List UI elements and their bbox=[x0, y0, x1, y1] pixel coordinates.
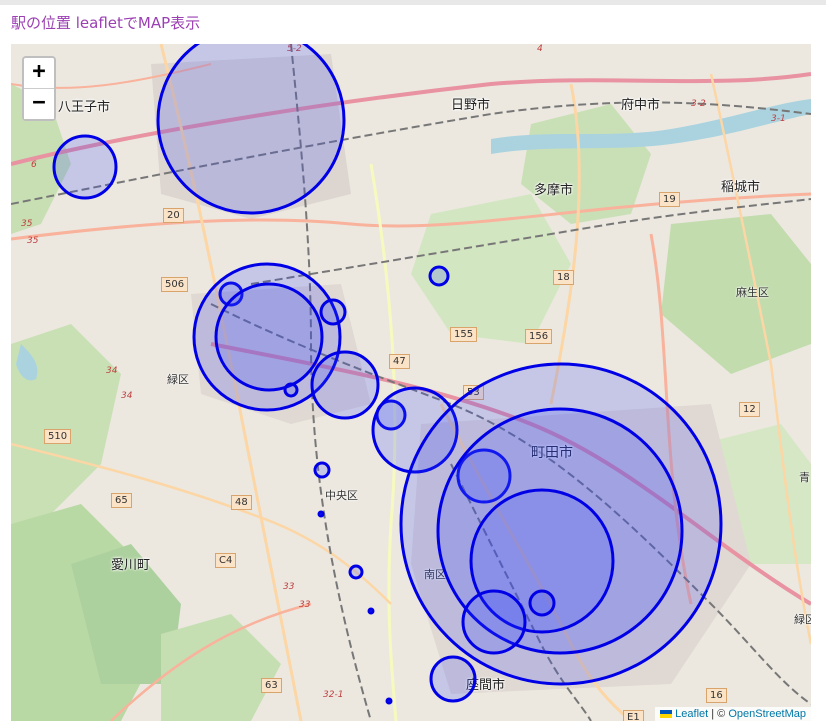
station-circle[interactable]: 小田急相模原 bbox=[528, 589, 556, 617]
attribution: Leaflet | © OpenStreetMap bbox=[655, 707, 811, 721]
station-circle[interactable]: 上溝 bbox=[317, 510, 325, 518]
zoom-control: + − bbox=[22, 56, 56, 121]
osm-link[interactable]: OpenStreetMap bbox=[728, 708, 806, 720]
leaflet-link[interactable]: Leaflet bbox=[675, 708, 708, 720]
station-circle[interactable]: 八王子 bbox=[52, 134, 118, 200]
station-circle[interactable]: 多摩境 bbox=[283, 382, 299, 398]
zoom-in-button[interactable]: + bbox=[24, 58, 54, 89]
station-circle[interactable]: 座間 bbox=[429, 655, 477, 703]
station-circle[interactable]: 下溝 bbox=[385, 697, 393, 705]
ukraine-flag-icon bbox=[660, 710, 673, 719]
map-container[interactable]: 八王子市 日野市 府中市 多摩市 稲城市 町田市 座間市 愛川町 麻生区 緑区 … bbox=[11, 44, 811, 721]
station-circle[interactable]: 原当麻 bbox=[367, 607, 375, 615]
zoom-out-button[interactable]: − bbox=[24, 89, 54, 119]
attribution-separator: | © bbox=[708, 708, 729, 720]
station-circle[interactable]: 相原 bbox=[214, 282, 324, 392]
station-circle[interactable]: 唐木田 bbox=[313, 461, 331, 479]
station-circle[interactable]: 淵野辺 bbox=[428, 265, 450, 287]
station-circle[interactable]: 南大沢 bbox=[319, 298, 347, 326]
page-title: 駅の位置 leafletでMAP表示 bbox=[11, 14, 201, 32]
station-circle[interactable]: 古淵 bbox=[310, 350, 380, 420]
station-circle[interactable]: 番田 bbox=[348, 564, 364, 580]
station-circle[interactable]: 南町田 bbox=[461, 589, 527, 655]
station-overlay: 八王子日野西橋本(北)橋本相原南大沢多摩境古淵淵野辺矢部町田町田(大)町田(中)… bbox=[52, 44, 723, 705]
top-border bbox=[0, 0, 826, 5]
station-circle[interactable]: 日野西 bbox=[156, 44, 346, 215]
